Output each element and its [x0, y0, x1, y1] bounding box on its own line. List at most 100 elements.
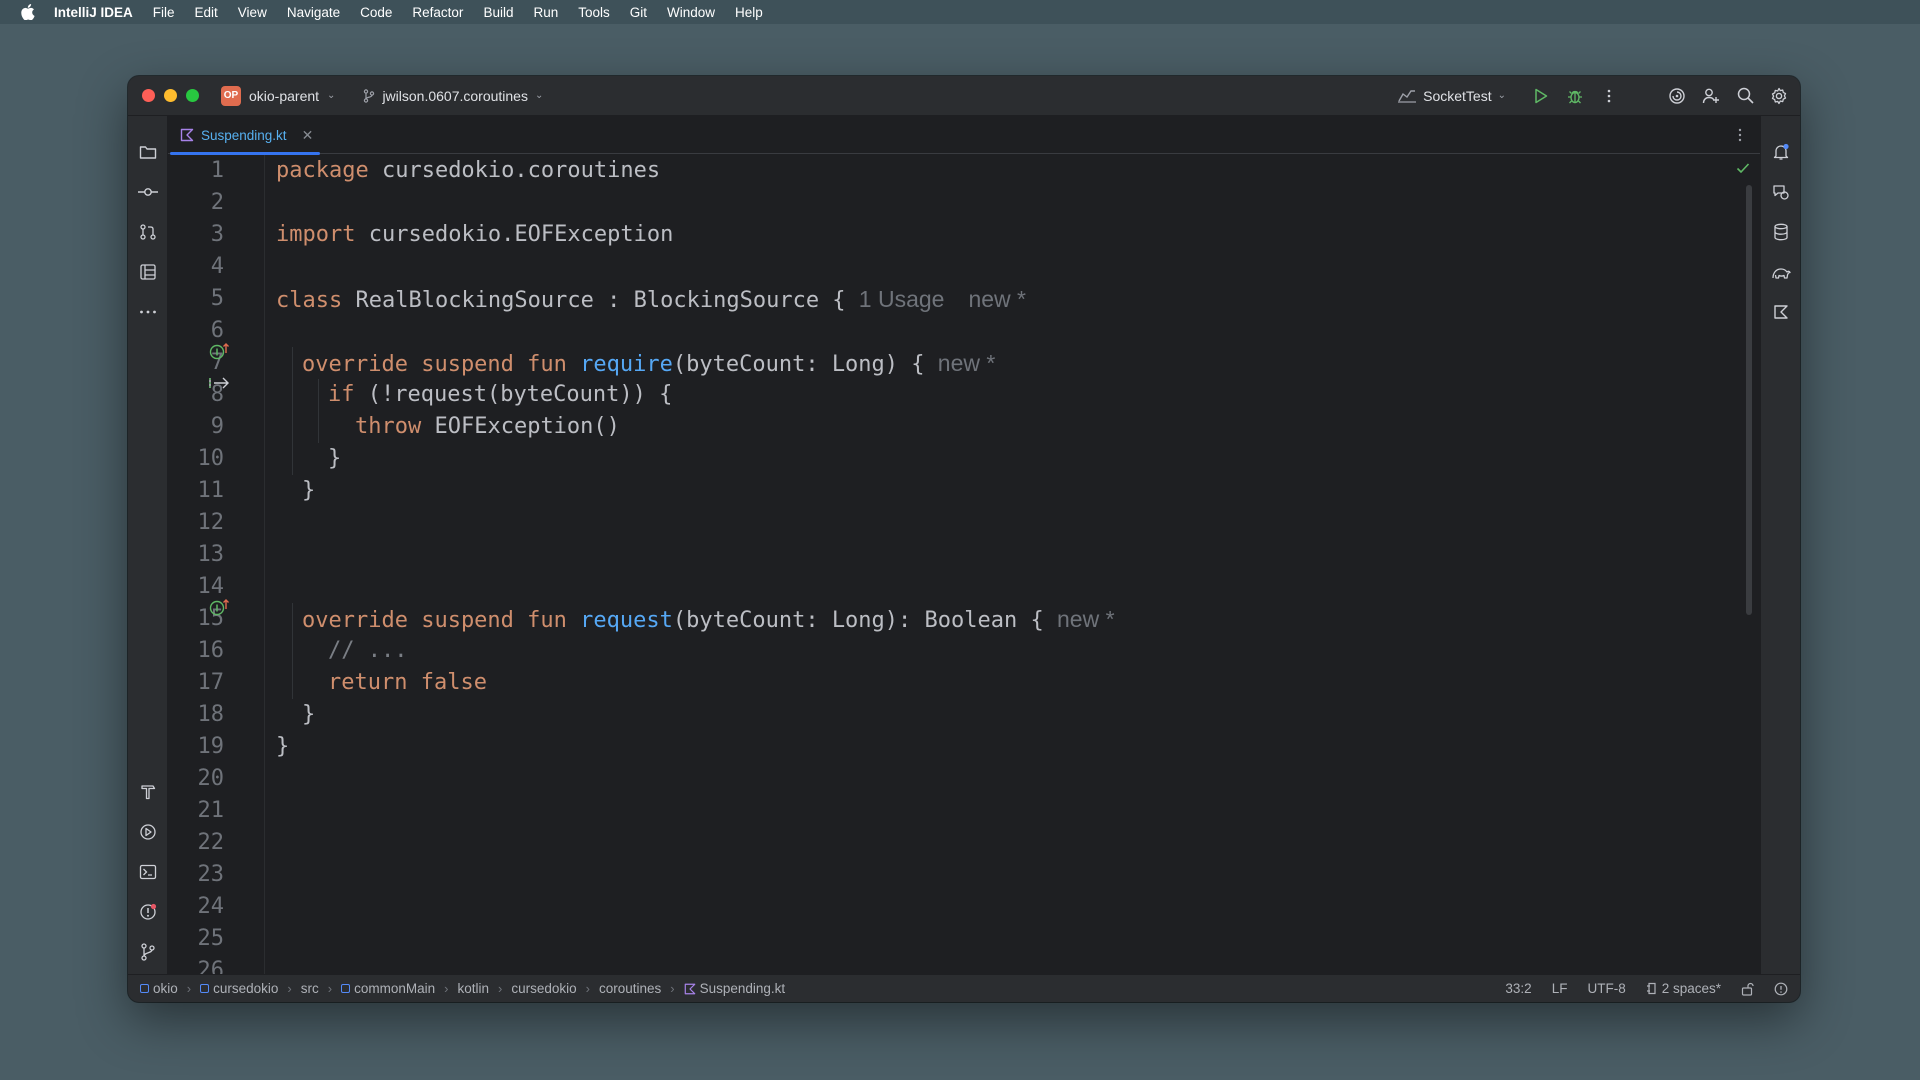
module-icon: [140, 984, 149, 993]
caret-position[interactable]: 33:2: [1505, 981, 1531, 996]
line-number[interactable]: 21: [168, 795, 225, 827]
kotlin-tool-button[interactable]: [1765, 296, 1797, 328]
breadcrumb-item[interactable]: kotlin: [457, 981, 489, 996]
breadcrumb-item[interactable]: cursedokio: [511, 981, 576, 996]
menu-edit[interactable]: Edit: [185, 5, 228, 20]
line-number[interactable]: 3: [168, 219, 224, 251]
zoom-window-button[interactable]: [186, 89, 199, 102]
tab-actions-button[interactable]: [1730, 125, 1750, 145]
apple-logo-icon[interactable]: [20, 4, 36, 20]
line-number[interactable]: 26: [168, 955, 225, 974]
database-tool-button[interactable]: [1765, 216, 1797, 248]
menu-git[interactable]: Git: [620, 5, 657, 20]
line-number[interactable]: 23: [168, 859, 225, 891]
terminal-tool-button[interactable]: [132, 856, 164, 888]
breadcrumb-item[interactable]: commonMain: [341, 981, 435, 996]
menu-app-name[interactable]: IntelliJ IDEA: [54, 5, 143, 20]
problems-tool-button[interactable]: [132, 896, 164, 928]
minimize-window-button[interactable]: [164, 89, 177, 102]
author-inlay-hint[interactable]: new *: [938, 350, 996, 376]
line-number[interactable]: 19: [168, 731, 225, 763]
suspend-call-icon[interactable]: [208, 371, 232, 395]
navigation-breadcrumbs: okio › cursedokio › src › commonMain › k…: [140, 981, 785, 996]
close-icon[interactable]: ✕: [302, 127, 314, 144]
project-selector[interactable]: OP okio-parent ⌄: [221, 85, 335, 106]
services-tool-button[interactable]: [132, 816, 164, 848]
line-number[interactable]: 5: [168, 283, 224, 315]
no-problems-check-icon[interactable]: [1734, 159, 1752, 177]
editor-tab-suspending-kt[interactable]: Suspending.kt ✕: [168, 116, 320, 155]
line-separator[interactable]: LF: [1552, 981, 1568, 996]
more-actions-button[interactable]: [1592, 79, 1626, 113]
implements-method-icon[interactable]: [208, 339, 232, 363]
line-number[interactable]: 17: [168, 667, 225, 699]
code-text: cursedokio.EOFException: [355, 222, 674, 247]
line-number[interactable]: 25: [168, 923, 225, 955]
ai-assistant-button[interactable]: [1660, 79, 1694, 113]
breadcrumb-item[interactable]: coroutines: [599, 981, 661, 996]
breadcrumb-item[interactable]: okio: [140, 981, 178, 996]
breadcrumb-separator-icon: ›: [585, 981, 590, 996]
line-number[interactable]: 11: [168, 475, 225, 507]
author-inlay-hint[interactable]: new *: [1057, 606, 1115, 632]
line-number[interactable]: 13: [168, 539, 225, 571]
breadcrumb-item[interactable]: src: [301, 981, 319, 996]
editor-gutter[interactable]: 1 2 3 4 5 6 7 8 9 10 11 12 13 14 15 16 17 18 19 20 21 22 23 24 2…: [168, 155, 264, 974]
ai-chat-tool-button[interactable]: [1765, 176, 1797, 208]
line-number[interactable]: 24: [168, 891, 225, 923]
database-icon: [1774, 223, 1788, 241]
menu-window[interactable]: Window: [657, 5, 725, 20]
more-tool-windows-button[interactable]: [132, 296, 164, 328]
code-with-me-button[interactable]: [1694, 79, 1728, 113]
line-number[interactable]: 9: [168, 411, 224, 443]
menu-help[interactable]: Help: [725, 5, 773, 20]
indent-settings[interactable]: 2 spaces*: [1646, 981, 1721, 996]
structure-tool-button[interactable]: [132, 256, 164, 288]
run-button[interactable]: [1524, 79, 1558, 113]
breadcrumb-item[interactable]: cursedokio: [200, 981, 278, 996]
bell-icon: [1773, 143, 1789, 160]
commit-tool-button[interactable]: [132, 176, 164, 208]
line-number[interactable]: 22: [168, 827, 225, 859]
code-editor[interactable]: 1 2 3 4 5 6 7 8 9 10 11 12 13 14 15 16 17 18 19 20 21 22 23 24 2…: [168, 155, 1760, 974]
line-number[interactable]: 16: [168, 635, 225, 667]
menu-view[interactable]: View: [228, 5, 277, 20]
line-number[interactable]: 1: [168, 155, 224, 187]
usages-inlay-hint[interactable]: 1 Usage: [859, 286, 945, 312]
menu-build[interactable]: Build: [473, 5, 523, 20]
notifications-tool-button[interactable]: [1765, 136, 1797, 168]
author-inlay-hint[interactable]: new *: [968, 286, 1026, 312]
inspections-widget[interactable]: [1774, 982, 1788, 996]
run-configuration-selector[interactable]: SocketTest ⌄: [1397, 88, 1506, 104]
menu-refactor[interactable]: Refactor: [402, 5, 473, 20]
keyword: class: [276, 288, 343, 313]
line-number[interactable]: 12: [168, 507, 225, 539]
line-number[interactable]: 18: [168, 699, 225, 731]
search-everywhere-button[interactable]: [1728, 79, 1762, 113]
code-text: }: [276, 734, 290, 759]
implements-method-icon[interactable]: [208, 595, 232, 619]
file-encoding[interactable]: UTF-8: [1587, 981, 1625, 996]
read-only-toggle[interactable]: [1741, 982, 1754, 996]
line-number[interactable]: 10: [168, 443, 225, 475]
menu-run[interactable]: Run: [523, 5, 568, 20]
gradle-tool-button[interactable]: [1765, 256, 1797, 288]
settings-button[interactable]: [1762, 79, 1796, 113]
line-number[interactable]: 2: [168, 187, 224, 219]
menu-tools[interactable]: Tools: [568, 5, 620, 20]
menu-file[interactable]: File: [143, 5, 185, 20]
branch-selector[interactable]: jwilson.0607.coroutines ⌄: [363, 88, 543, 104]
menu-navigate[interactable]: Navigate: [277, 5, 350, 20]
debug-button[interactable]: [1558, 79, 1592, 113]
breadcrumb-item[interactable]: Suspending.kt: [684, 981, 785, 996]
project-tool-button[interactable]: [132, 136, 164, 168]
git-tool-button[interactable]: [132, 936, 164, 968]
build-tool-button[interactable]: [132, 776, 164, 808]
code-area[interactable]: package cursedokio.coroutines import cur…: [264, 155, 1760, 974]
line-number[interactable]: 20: [168, 763, 225, 795]
line-number[interactable]: 4: [168, 251, 224, 283]
vertical-scrollbar[interactable]: [1746, 185, 1752, 615]
pull-requests-tool-button[interactable]: [132, 216, 164, 248]
close-window-button[interactable]: [142, 89, 155, 102]
menu-code[interactable]: Code: [350, 5, 402, 20]
